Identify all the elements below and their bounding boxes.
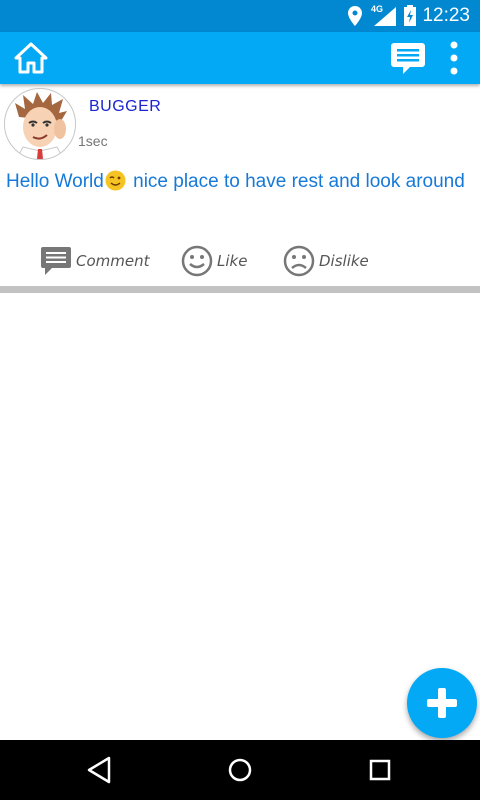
chat-icon[interactable] bbox=[390, 40, 426, 76]
clock-time: 12:23 bbox=[422, 5, 470, 26]
app-toolbar bbox=[0, 32, 480, 84]
wink-emoji-icon bbox=[105, 170, 126, 191]
battery-icon bbox=[404, 5, 416, 26]
home-circle-icon[interactable] bbox=[223, 754, 257, 786]
smile-icon bbox=[181, 245, 213, 277]
post-username[interactable]: BUGGER bbox=[89, 98, 161, 116]
plus-icon bbox=[427, 688, 457, 718]
comment-button[interactable]: Comment bbox=[40, 244, 150, 278]
post-text: Hello World nice place to have rest and … bbox=[6, 170, 474, 194]
back-icon[interactable] bbox=[83, 754, 117, 786]
dislike-label: Dislike bbox=[319, 252, 369, 270]
avatar[interactable] bbox=[4, 88, 76, 160]
post-divider bbox=[0, 286, 480, 293]
post-card: BUGGER 1sec Hello World nice place to ha… bbox=[0, 84, 480, 294]
comment-icon bbox=[41, 247, 71, 275]
more-vert-icon[interactable] bbox=[444, 40, 464, 76]
post-actions: Comment Like Dislike bbox=[0, 244, 480, 284]
post-time: 1sec bbox=[78, 133, 108, 149]
post-text-end: nice place to have rest and look around bbox=[127, 171, 465, 192]
sad-face-icon bbox=[283, 245, 315, 277]
add-post-button[interactable] bbox=[407, 668, 477, 738]
home-icon[interactable] bbox=[14, 42, 48, 74]
system-nav-bar bbox=[0, 740, 480, 800]
status-bar: 4G 12:23 bbox=[0, 0, 480, 32]
comment-label: Comment bbox=[76, 252, 150, 270]
signal-icon bbox=[374, 7, 396, 26]
post-text-start: Hello World bbox=[6, 171, 104, 192]
like-button[interactable]: Like bbox=[181, 244, 247, 278]
location-icon bbox=[348, 6, 362, 26]
recents-icon[interactable] bbox=[363, 754, 397, 786]
like-label: Like bbox=[217, 252, 248, 270]
dislike-button[interactable]: Dislike bbox=[283, 244, 369, 278]
